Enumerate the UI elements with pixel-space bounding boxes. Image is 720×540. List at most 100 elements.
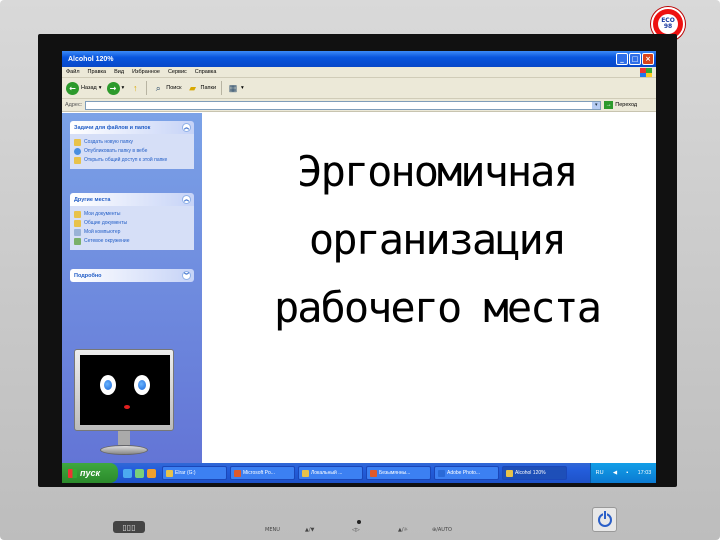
clock[interactable]: 17:03 [638, 470, 652, 476]
window-title: Alcohol 120% [68, 55, 114, 63]
power-icon [597, 510, 612, 527]
place-my-computer[interactable]: Мой компьютер [74, 229, 190, 236]
task-local-disk[interactable]: Локальный ... [298, 466, 363, 480]
start-label: пуск [80, 468, 101, 478]
task-label: Открыть общий доступ к этой папке [84, 157, 168, 163]
updown-bezel-button[interactable]: ▲/▼ [305, 527, 314, 533]
panel-other-places: Другие места ︽ Мои документы Общие докум… [70, 193, 194, 250]
place-label: Мой компьютер [84, 229, 121, 235]
collapse-icon[interactable]: ︽ [182, 123, 191, 132]
indicator-dot [357, 520, 361, 524]
auto-bezel-button[interactable]: ⊕/AUTO [432, 527, 452, 533]
search-button[interactable]: ⌕ Поиск [152, 82, 182, 94]
task-label: Создать новую папку [84, 139, 134, 145]
chevron-down-icon[interactable]: ▾ [592, 101, 601, 109]
brightness-bezel-label: ▲/☼ [398, 527, 409, 533]
place-shared-documents[interactable]: Общие документы [74, 220, 190, 227]
collapse-icon[interactable]: ︽ [182, 195, 191, 204]
cartoon-monitor-face [80, 355, 170, 425]
task-share-folder[interactable]: Открыть общий доступ к этой папке [74, 157, 190, 164]
chevron-down-icon[interactable]: ▾ [241, 85, 244, 91]
back-label: Назад [81, 85, 97, 91]
menu-bezel-label: MENU [265, 527, 280, 533]
network-tray-icon[interactable]: ▪ [626, 470, 628, 476]
slide-title: Эргономичная организация рабочего места [227, 138, 647, 342]
cartoon-right-eye [134, 375, 150, 395]
quicklaunch-browser-icon[interactable] [123, 468, 132, 478]
window-titlebar[interactable]: Alcohol 120% _ □ × [62, 51, 656, 67]
task-photoshop[interactable]: Adobe Photo... [434, 466, 499, 480]
panel-body: Создать новую папку Опубликовать папку в… [70, 134, 194, 169]
address-label: Адрес: [65, 102, 83, 108]
menu-bar: Файл Правка Вид Избранное Сервис Справка [62, 67, 656, 78]
input-bezel-button[interactable]: ◁▷ [352, 527, 360, 533]
panel-body: Мои документы Общие документы Мой компью… [70, 206, 194, 250]
menu-bezel-button[interactable]: MENU [265, 527, 280, 533]
cartoon-mouth [124, 405, 130, 409]
task-label: Безымянны... [379, 470, 411, 476]
folders-button[interactable]: ▰ Папки [187, 82, 216, 94]
title-line-2: организация [308, 215, 567, 264]
panel-header[interactable]: Подробно ︾ [70, 269, 194, 282]
cartoon-monitor-stand [100, 445, 148, 455]
back-button[interactable]: ← Назад ▾ [66, 81, 102, 95]
place-network[interactable]: Сетевое окружение [74, 238, 190, 245]
menu-edit[interactable]: Правка [88, 69, 107, 75]
task-alcohol[interactable]: Alcohol 120% [502, 466, 567, 480]
chevron-down-icon[interactable]: ▾ [122, 85, 125, 91]
go-arrow-icon: → [604, 101, 614, 109]
cartoon-monitor-image [74, 349, 174, 459]
place-label: Общие документы [84, 220, 128, 226]
task-explorer[interactable]: Elrar (G:) [162, 466, 227, 480]
task-new-folder[interactable]: Создать новую папку [74, 139, 190, 146]
quicklaunch-media-icon[interactable] [147, 468, 156, 478]
close-button[interactable]: × [642, 53, 654, 65]
task-powerpoint[interactable]: Microsoft Po... [230, 466, 295, 480]
minimize-button[interactable]: _ [616, 53, 628, 65]
globe-icon [74, 148, 81, 155]
panel-header[interactable]: Другие места ︽ [70, 193, 194, 206]
panel-title: Другие места [74, 196, 111, 203]
title-line-1: Эргономичная [297, 147, 578, 196]
forward-button[interactable]: → ▾ [106, 81, 125, 95]
views-grid-icon: ▦ [228, 82, 238, 93]
language-indicator[interactable]: RU [596, 470, 604, 476]
window-controls: _ □ × [616, 53, 654, 65]
system-tray: RU ◀ ▪ 17:03 [590, 463, 656, 483]
place-label: Сетевое окружение [84, 238, 130, 244]
address-input[interactable]: ▾ [85, 100, 602, 110]
place-my-documents[interactable]: Мои документы [74, 211, 190, 218]
start-button[interactable]: пуск [62, 463, 118, 483]
chevron-down-icon[interactable]: ▾ [99, 85, 102, 91]
eco-badge-label: ЕСО 98 [658, 14, 678, 34]
folders-icon: ▰ [189, 82, 196, 93]
panel-title: Задачи для файлов и папок [74, 124, 151, 131]
quicklaunch-desktop-icon[interactable] [135, 468, 144, 478]
expand-icon[interactable]: ︾ [182, 271, 191, 280]
back-arrow-icon: ← [66, 81, 79, 95]
menu-file[interactable]: Файл [66, 69, 80, 75]
menu-help[interactable]: Справка [195, 69, 217, 75]
up-folder-icon[interactable]: ↑ [129, 82, 141, 94]
menu-tools[interactable]: Сервис [168, 69, 187, 75]
task-untitled[interactable]: Безымянны... [366, 466, 431, 480]
address-bar: Адрес: ▾ → Переход [62, 99, 656, 112]
folder-icon [302, 469, 309, 477]
menu-favorites[interactable]: Избранное [132, 69, 160, 75]
go-label: Переход [615, 102, 638, 108]
volume-icon[interactable]: ◀ [613, 470, 617, 476]
folder-icon [506, 469, 513, 477]
power-button[interactable] [592, 507, 617, 532]
task-label: Adobe Photo... [447, 470, 481, 476]
panel-header[interactable]: Задачи для файлов и папок ︽ [70, 121, 194, 134]
taskbar-tasks: Elrar (G:) Microsoft Po... Локальный ...… [162, 466, 567, 480]
powerpoint-icon [234, 469, 241, 477]
views-button[interactable]: ▦ ▾ [227, 82, 244, 94]
menu-view[interactable]: Вид [114, 69, 124, 75]
go-button[interactable]: → Переход [604, 101, 637, 109]
speaker-grille: ▯▯▯ [113, 521, 145, 533]
task-publish-folder[interactable]: Опубликовать папку в вебе [74, 148, 190, 155]
brightness-bezel-button[interactable]: ▲/☼ [398, 527, 408, 533]
place-label: Мои документы [84, 211, 121, 217]
maximize-button[interactable]: □ [629, 53, 641, 65]
